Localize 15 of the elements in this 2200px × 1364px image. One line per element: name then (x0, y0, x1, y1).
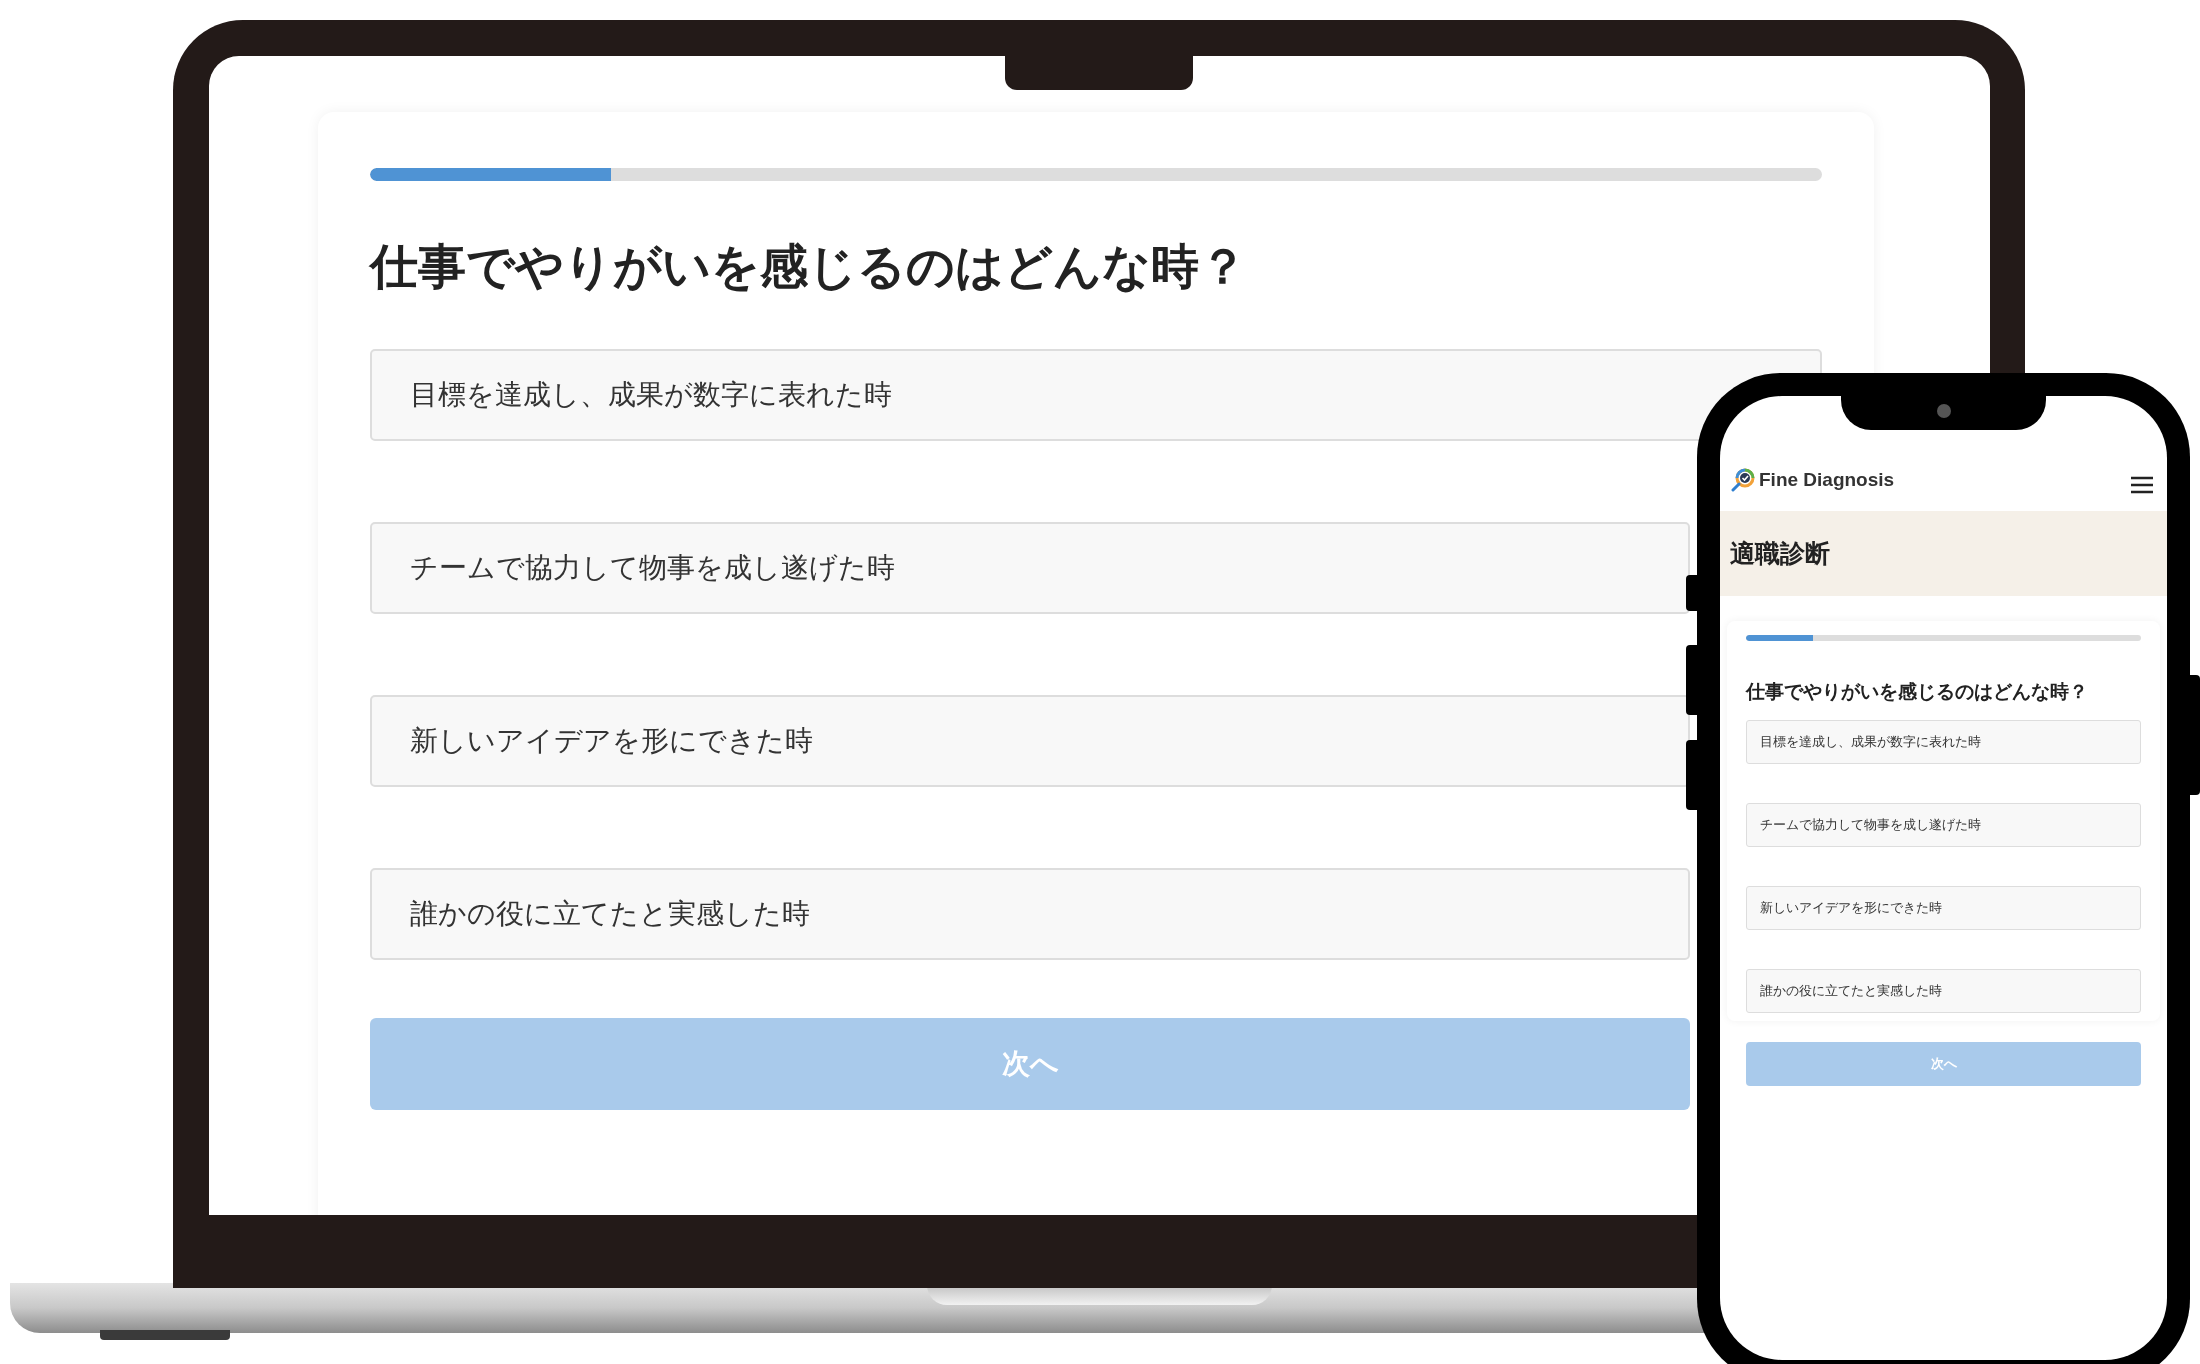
answer-option[interactable]: チームで協力して物事を成し遂げた時 (1746, 802, 2141, 847)
page-title: 適職診断 (1730, 537, 1830, 570)
answer-option[interactable]: 新しいアイデアを形にできた時 (370, 695, 1690, 788)
brand-name[interactable]: Fine Diagnosis (1759, 465, 1895, 494)
answer-option[interactable]: チームで協力して物事を成し遂げた時 (370, 522, 1690, 615)
answer-option[interactable]: 目標を達成し、成果が数字に表れた時 (370, 349, 1822, 442)
answer-option[interactable]: 誰かの役に立てたと実感した時 (1746, 968, 2141, 1013)
answer-option[interactable]: 誰かの役に立てたと実感した時 (370, 868, 1690, 961)
question-heading: 仕事でやりがいを感じるのはどんな時？ (1746, 679, 2089, 704)
answer-option[interactable]: 新しいアイデアを形にできた時 (1746, 885, 2141, 930)
answer-option[interactable]: 目標を達成し、成果が数字に表れた時 (1746, 719, 2141, 764)
front-camera (1936, 404, 1951, 418)
magnifier-check-logo-icon (1731, 467, 1755, 492)
question-heading: 仕事でやりがいを感じるのはどんな時？ (370, 237, 1248, 296)
menu-icon[interactable] (2130, 476, 2154, 494)
